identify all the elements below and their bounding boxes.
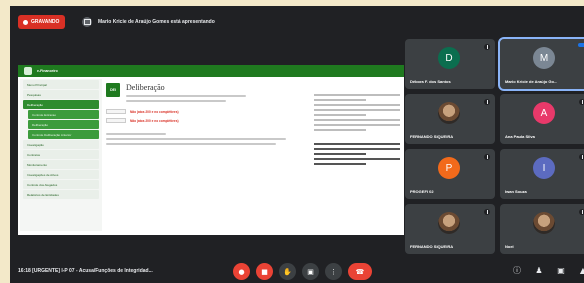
mic-muted-icon bbox=[579, 99, 584, 105]
mic-muted-icon bbox=[579, 209, 584, 215]
text-line bbox=[314, 124, 400, 126]
speaking-indicator-icon bbox=[578, 43, 584, 47]
people-icon[interactable]: ♟ bbox=[532, 263, 546, 277]
participant-tile[interactable]: P PROGEFI 02 bbox=[405, 149, 495, 199]
text-line bbox=[314, 158, 400, 160]
text-line bbox=[314, 109, 400, 111]
status-tag bbox=[106, 109, 126, 114]
participant-tile[interactable]: I Iwan Souza bbox=[500, 149, 584, 199]
participant-tile[interactable]: FERNANDO SIQUEIRA bbox=[405, 94, 495, 144]
document-title: Deliberação bbox=[126, 83, 165, 92]
participant-name: FERNANDO SIQUEIRA bbox=[410, 134, 454, 139]
sidebar-item[interactable]: Deliberação bbox=[28, 120, 99, 129]
meeting-code: 16:18 [URGENTE] I-P 07 - Acusa/Funções d… bbox=[18, 268, 153, 274]
recording-label: GRAVANDO bbox=[31, 19, 60, 25]
call-controls: ● ■ ✋ ▣ ⋮ ☎ bbox=[233, 263, 372, 280]
text-line bbox=[106, 133, 166, 135]
avatar: I bbox=[533, 157, 555, 179]
status-text: Não (atos 200 e no complétiees) bbox=[130, 109, 179, 114]
camera-off-button[interactable]: ■ bbox=[256, 263, 273, 280]
sidebar-item[interactable]: Deliberação bbox=[23, 100, 99, 109]
end-call-button[interactable]: ☎ bbox=[348, 263, 372, 280]
text-line bbox=[106, 143, 276, 145]
side-actions: ⓘ ♟ ▣ ▲ bbox=[510, 263, 584, 277]
record-dot-icon bbox=[23, 19, 28, 25]
text-line bbox=[314, 114, 366, 116]
text-line bbox=[314, 143, 400, 145]
more-options-button[interactable]: ⋮ bbox=[325, 263, 342, 280]
sidebar-item[interactable]: Monitoramento bbox=[23, 160, 99, 169]
recording-badge[interactable]: GRAVANDO bbox=[18, 15, 66, 29]
avatar: P bbox=[438, 157, 460, 179]
participant-tile[interactable]: D Débora F. dos Santos bbox=[405, 39, 495, 89]
sidebar-item[interactable]: Relatórios de Entidades bbox=[23, 190, 99, 199]
mic-off-button[interactable]: ● bbox=[233, 263, 250, 280]
participant-name: Ana Paula Silva bbox=[505, 134, 535, 139]
participant-name: PROGEFI 02 bbox=[410, 189, 434, 194]
document-icon: DEI bbox=[106, 83, 120, 97]
status-tag bbox=[106, 118, 126, 123]
text-line bbox=[314, 163, 366, 165]
avatar: M bbox=[533, 47, 555, 69]
participant-name: Iwan Souza bbox=[505, 189, 527, 194]
status-row: Não (atos 200 e no complétiees) bbox=[106, 109, 308, 114]
sidebar-item[interactable]: Pesquisas bbox=[23, 90, 99, 99]
sidebar-item[interactable]: Contratos bbox=[23, 150, 99, 159]
text-line bbox=[314, 104, 400, 106]
avatar bbox=[438, 102, 460, 124]
shared-topbar: e-Financeiro bbox=[18, 65, 404, 77]
mic-muted-icon bbox=[484, 154, 490, 160]
participant-tile[interactable]: M Mario Kricie de Araújo Go... bbox=[498, 37, 584, 91]
sidebar-item[interactable]: Controle Deliberação Anterior bbox=[28, 130, 99, 139]
participant-tile[interactable]: A Ana Paula Silva bbox=[500, 94, 584, 144]
participant-name: Noel bbox=[505, 244, 514, 249]
sidebar-item[interactable]: Controle dos Alegados bbox=[23, 180, 99, 189]
text-line bbox=[314, 119, 400, 121]
app-logo-icon bbox=[24, 67, 32, 75]
sidebar-item[interactable]: Investigação bbox=[23, 140, 99, 149]
shared-main: DEI Deliberação Não (atos 200 e no compl… bbox=[106, 79, 308, 231]
participant-name: Débora F. dos Santos bbox=[410, 79, 451, 84]
document-meta-line bbox=[126, 100, 226, 102]
shared-right-column bbox=[314, 91, 400, 231]
mic-muted-icon bbox=[484, 44, 490, 50]
mic-muted-icon bbox=[484, 99, 490, 105]
text-line bbox=[314, 153, 366, 155]
participant-name: FERNANDO SIQUEIRA bbox=[410, 244, 454, 249]
meet-window: GRAVANDO Mario Kricie de Araújo Gomes es… bbox=[10, 6, 584, 283]
document-header: DEI Deliberação bbox=[106, 83, 308, 105]
document-meta-line bbox=[126, 95, 246, 97]
raise-hand-button[interactable]: ✋ bbox=[279, 263, 296, 280]
participant-tile[interactable]: FERNANDO SIQUEIRA bbox=[405, 204, 495, 254]
mic-muted-icon bbox=[484, 209, 490, 215]
shared-sidebar: Menu Principal Pesquisas Deliberação Contro… bbox=[20, 79, 102, 231]
sidebar-item[interactable]: Controle Extracao bbox=[28, 110, 99, 119]
activities-icon[interactable]: ▲ bbox=[576, 263, 584, 277]
text-line bbox=[314, 94, 400, 96]
participant-tile[interactable]: Noel bbox=[500, 204, 584, 254]
avatar: D bbox=[438, 47, 460, 69]
info-icon[interactable]: ⓘ bbox=[510, 263, 524, 277]
status-text: Não (atos 200 e no complétiees) bbox=[130, 118, 179, 123]
avatar bbox=[533, 212, 555, 234]
presenter-text: Mario Kricie de Araújo Gomes está aprese… bbox=[98, 19, 215, 25]
presenter-banner: Mario Kricie de Araújo Gomes está aprese… bbox=[82, 15, 215, 29]
chat-icon[interactable]: ▣ bbox=[554, 263, 568, 277]
present-button[interactable]: ▣ bbox=[302, 263, 319, 280]
present-screen-icon bbox=[82, 17, 92, 27]
text-line bbox=[314, 148, 400, 150]
sidebar-item[interactable]: Investigações de Ativos bbox=[23, 170, 99, 179]
text-line bbox=[106, 138, 286, 140]
shared-screen: e-Financeiro Menu Principal Pesquisas Deli… bbox=[18, 65, 404, 235]
shared-app-title: e-Financeiro bbox=[37, 69, 58, 73]
participant-name: Mario Kricie de Araújo Go... bbox=[505, 79, 558, 84]
avatar: A bbox=[533, 102, 555, 124]
avatar bbox=[438, 212, 460, 234]
mic-muted-icon bbox=[579, 154, 584, 160]
sidebar-item[interactable]: Menu Principal bbox=[23, 80, 99, 89]
text-line bbox=[314, 99, 366, 101]
text-line bbox=[314, 129, 366, 131]
status-row: Não (atos 200 e no complétiees) bbox=[106, 118, 308, 123]
